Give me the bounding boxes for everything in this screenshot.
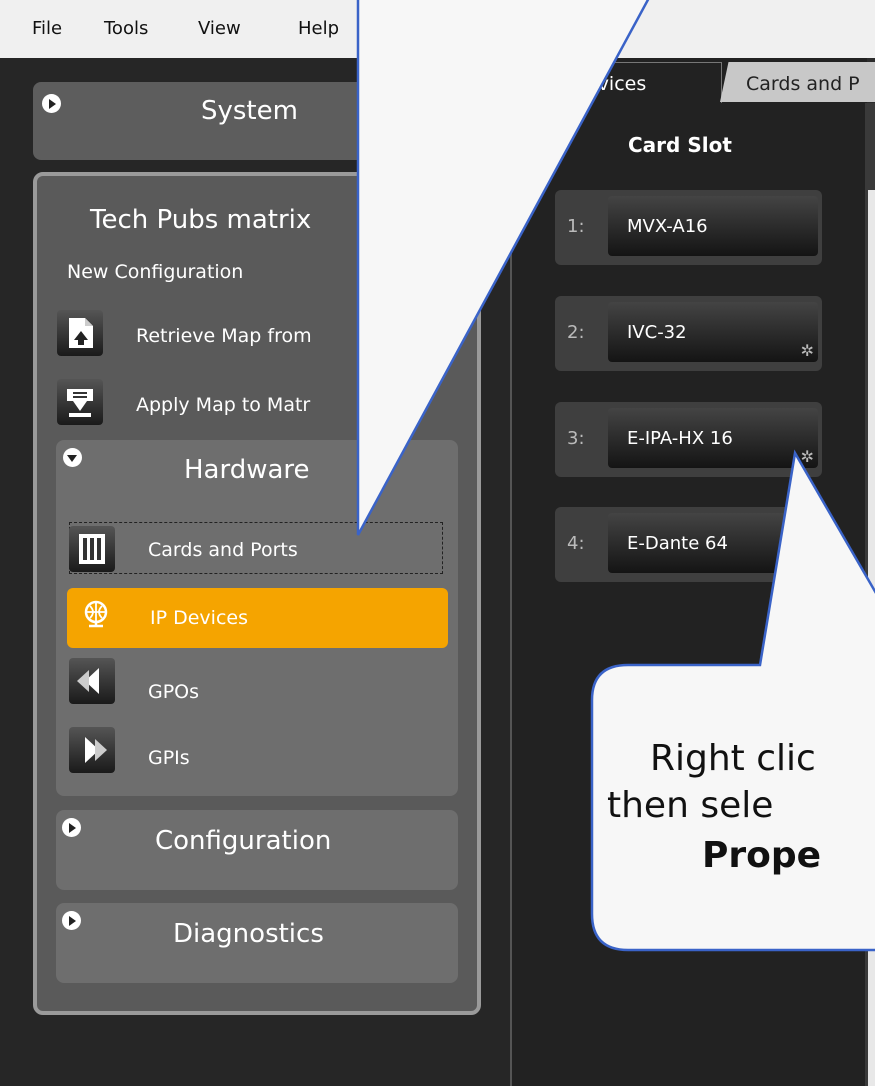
top-callout-bubble <box>356 0 650 536</box>
callout-line-2: then sele <box>607 785 774 826</box>
callout-line-3: Prope <box>702 835 822 876</box>
callout-overlay <box>356 0 875 952</box>
callout-line-1: Right clic <box>650 738 816 779</box>
